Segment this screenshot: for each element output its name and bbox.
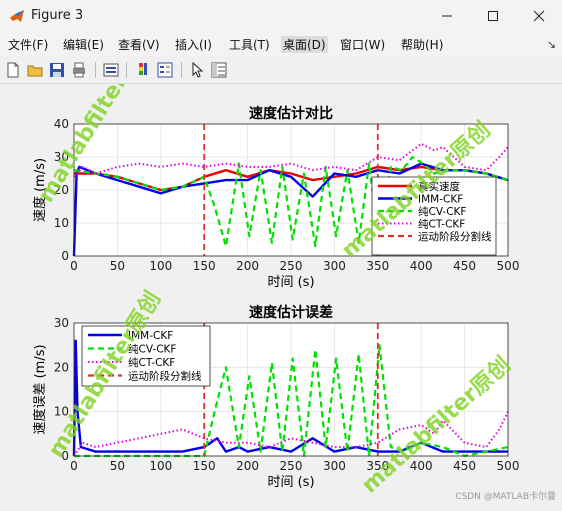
x-axis-label: 时间 (s): [267, 475, 314, 490]
chart-1: 0 50 100 150 200 250 300 350 400 450 500010203040速…: [32, 105, 519, 290]
x-tick-label: 150: [193, 459, 216, 473]
insert-legend-icon[interactable]: [156, 61, 174, 79]
menu-help[interactable]: 帮助(H): [401, 36, 443, 53]
title-bar: Figure 3: [0, 0, 562, 32]
x-tick-label: 350: [366, 259, 389, 273]
x-tick-label: 300: [323, 259, 346, 273]
legend-entry-label: 纯CT-CKF: [418, 218, 465, 231]
x-tick-label: 450: [453, 459, 476, 473]
menu-insert[interactable]: 插入(I): [175, 36, 212, 53]
chart-title: 速度估计误差: [249, 304, 333, 321]
x-tick-label: 450: [453, 259, 476, 273]
x-tick-label: 250: [280, 459, 303, 473]
print-icon[interactable]: [70, 61, 88, 79]
menu-edit[interactable]: 编辑(E): [63, 36, 104, 53]
link-plot-icon[interactable]: [102, 61, 120, 79]
x-tick-label: 100: [149, 259, 172, 273]
open-file-icon[interactable]: [26, 61, 44, 79]
x-tick-label: 400: [410, 259, 433, 273]
y-tick-label: 10: [54, 216, 69, 230]
minimize-icon: [442, 15, 452, 17]
x-tick-label: 0: [70, 459, 78, 473]
menu-overflow-arrow-icon[interactable]: ↘: [547, 38, 556, 51]
menu-view[interactable]: 查看(V): [118, 36, 160, 53]
minimize-button[interactable]: [424, 0, 470, 32]
new-figure-icon[interactable]: [4, 61, 22, 79]
x-tick-label: 50: [110, 459, 125, 473]
y-tick-label: 20: [54, 360, 69, 374]
legend-entry-label: 纯CV-CKF: [418, 205, 466, 218]
window-title: Figure 3: [31, 8, 84, 23]
menu-tools[interactable]: 工具(T): [229, 36, 270, 53]
legend-entry-label: 纯CT-CKF: [128, 356, 175, 369]
menu-bar: 文件(F) 编辑(E) 查看(V) 插入(I) 工具(T) 桌面(D) 窗口(W…: [0, 32, 562, 56]
csdn-credit-text: CSDN @MATLAB卡尔曼: [455, 490, 556, 502]
x-tick-label: 500: [497, 259, 520, 273]
maximize-button[interactable]: [470, 0, 516, 32]
figure-canvas[interactable]: 0 50 100 150 200 250 300 350 400 450 500 0 10 20 30 40 速…: [0, 32, 562, 507]
matlab-logo-icon: [10, 10, 24, 22]
x-tick-label: 500: [497, 459, 520, 473]
toolbar-separator: [181, 62, 182, 78]
close-icon: [533, 10, 545, 22]
toolbar-separator: [126, 62, 127, 78]
y-tick-label: 30: [54, 316, 69, 330]
x-tick-label: 0: [70, 259, 78, 273]
plots-svg: 0 50 100 150 200 250 300 350 400 450 500010203040速…: [32, 32, 556, 502]
y-tick-label: 0: [61, 249, 69, 263]
x-tick-label: 250: [280, 259, 303, 273]
menu-desktop[interactable]: 桌面(D): [281, 36, 328, 53]
legend-entry-label: 运动阶段分割线: [128, 370, 202, 383]
property-inspector-icon[interactable]: [210, 61, 228, 79]
save-icon[interactable]: [48, 61, 66, 79]
x-tick-label: 200: [236, 459, 259, 473]
cursor-icon[interactable]: [188, 61, 206, 79]
insert-colorbar-icon[interactable]: [134, 61, 152, 79]
y-tick-label: 40: [54, 117, 69, 131]
y-axis-label: 速度误差 (m/s): [32, 344, 48, 434]
x-tick-label: 150: [193, 259, 216, 273]
toolbar-separator: [95, 62, 96, 78]
menu-window[interactable]: 窗口(W): [340, 36, 385, 53]
x-tick-label: 100: [149, 459, 172, 473]
x-tick-label: 200: [236, 259, 259, 273]
figure-toolbar: [0, 57, 562, 84]
x-tick-label: 300: [323, 459, 346, 473]
menu-file[interactable]: 文件(F): [8, 36, 48, 53]
x-tick-label: 50: [110, 259, 125, 273]
maximize-icon: [488, 11, 498, 21]
x-axis-label: 时间 (s): [267, 275, 314, 290]
close-button[interactable]: [516, 0, 562, 32]
legend-entry-label: 运动阶段分割线: [418, 230, 492, 243]
chart-title: 速度估计对比: [249, 105, 333, 122]
